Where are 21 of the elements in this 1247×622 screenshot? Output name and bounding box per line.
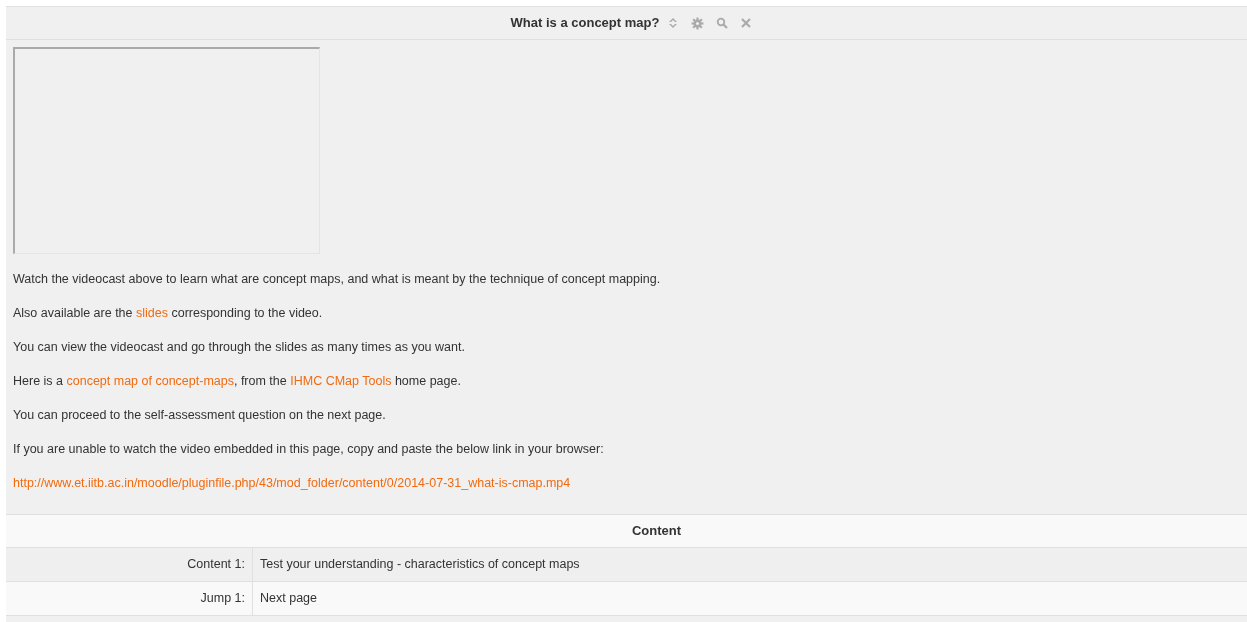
page-title: What is a concept map? xyxy=(510,14,660,33)
table-cell-text: Next page xyxy=(259,590,318,608)
link[interactable]: concept map of concept-maps xyxy=(66,374,234,388)
paragraph: You can view the videocast and go through the slides as many times as you want. xyxy=(13,339,466,355)
paragraph: Also available are the slides corresponding to the video. xyxy=(13,305,324,321)
table-cell: Jump 1: xyxy=(6,582,253,615)
table-cell-text: Test your understanding - characteristics of concept maps xyxy=(259,556,581,574)
move-icon[interactable] xyxy=(667,17,680,29)
column-heading: Content xyxy=(630,522,683,541)
settings-icon[interactable] xyxy=(691,16,705,30)
paragraph: If you are unable to watch the video embedded in this page, copy and paste the below link in your browser: xyxy=(13,441,605,457)
paragraph: Watch the videocast above to learn what are concept maps, and what is meant by the technique of concept mapping. xyxy=(13,271,662,287)
link[interactable]: http://www.et.iitb.ac.in/moodle/pluginfile.php/43/mod_folder/content/0/2014-07-31_what-is-cmap.mp4 xyxy=(13,476,571,490)
paragraph: Here is a concept map of concept-maps, from the IHMC CMap Tools home page. xyxy=(13,373,462,389)
close-icon[interactable] xyxy=(740,17,753,29)
paragraph: You can proceed to the self-assessment question on the next page. xyxy=(13,407,387,423)
table-cell: Content 1: xyxy=(6,548,253,581)
link[interactable]: IHMC CMap Tools xyxy=(290,374,392,388)
search-icon[interactable] xyxy=(716,17,729,29)
video-frame[interactable] xyxy=(13,47,320,254)
link[interactable]: slides xyxy=(136,306,168,320)
